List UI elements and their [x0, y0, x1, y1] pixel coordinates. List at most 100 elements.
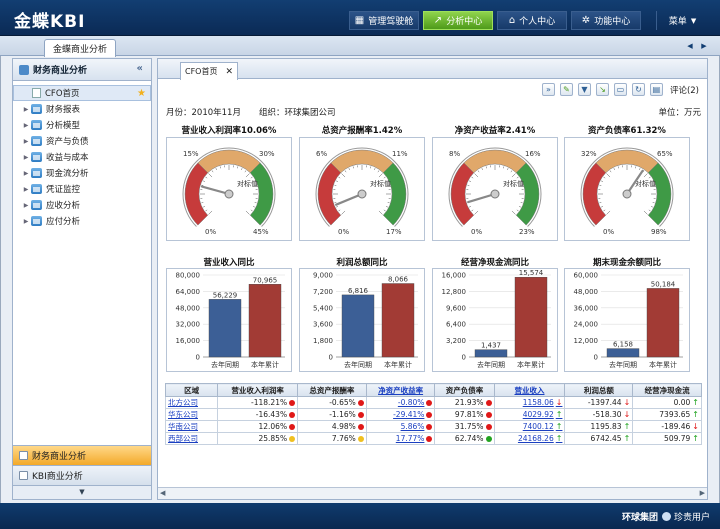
- accordion-financial-analysis[interactable]: 财务商业分析: [13, 445, 151, 465]
- nav-dashboard[interactable]: ▦ 管理驾驶舱: [349, 11, 419, 30]
- bar[interactable]: [381, 283, 415, 358]
- sidebar-item-voucher-monitor[interactable]: ▶ 凭证监控: [13, 181, 151, 197]
- home-icon: [19, 64, 29, 75]
- sidebar-item-assets-liabilities[interactable]: ▶ 资产与负债: [13, 133, 151, 149]
- comment-icon[interactable]: ▤: [649, 83, 663, 96]
- scroll-right-icon[interactable]: ▶: [700, 489, 705, 497]
- region-link[interactable]: 北方公司: [164, 396, 219, 409]
- sidebar-item-receivables[interactable]: ▶ 应收分析: [13, 197, 151, 213]
- category-label: 去年同期: [609, 360, 637, 369]
- app-logo: 金蝶KBI: [14, 12, 86, 32]
- star-icon[interactable]: ★: [137, 88, 146, 99]
- expand-icon[interactable]: ▶: [21, 170, 31, 177]
- scroll-down-icon[interactable]: ▼: [13, 485, 151, 499]
- bar[interactable]: [248, 284, 282, 358]
- expand-icon[interactable]: ▶: [21, 202, 31, 209]
- bar-value-label: 50,184: [651, 280, 676, 288]
- region-link[interactable]: 华东公司: [164, 408, 219, 421]
- column-header[interactable]: 营业收入: [493, 383, 566, 397]
- sidebar-item-cash-flow[interactable]: ▶ 现金流分析: [13, 165, 151, 181]
- table-cell[interactable]: -0.80%: [365, 396, 436, 409]
- y-tick-label: 9,000: [313, 272, 333, 280]
- gauge-tick: [245, 210, 250, 215]
- sidebar-item-cfo-home[interactable]: CFO首页 ★: [13, 85, 151, 101]
- tab-cfo-home[interactable]: CFO首页 ✕: [180, 62, 238, 80]
- gauge-tick: [606, 173, 611, 178]
- bar[interactable]: [208, 299, 242, 358]
- scroll-right-icon[interactable]: ▶: [698, 39, 710, 52]
- table-row: 华东公司 -16.43% -1.16% -29.41% 97.81% 4029.92 ↑ -5…: [164, 408, 702, 421]
- table-cell[interactable]: 4029.92 ↑: [493, 408, 566, 421]
- cell-value: 4.98%: [331, 422, 356, 431]
- status-user[interactable]: 珍贵用户: [661, 510, 710, 523]
- table-cell[interactable]: 5.86%: [365, 420, 436, 433]
- table-cell[interactable]: 7400.12 ↑: [493, 420, 566, 433]
- gauge-tick: [643, 173, 648, 178]
- scroll-left-icon[interactable]: ◀: [160, 489, 165, 497]
- column-header: 经营净现金流: [632, 383, 702, 397]
- bar-value-label: 1,437: [481, 342, 501, 350]
- table-cell[interactable]: 17.77%: [365, 432, 436, 445]
- edit-icon[interactable]: ✎: [559, 83, 573, 96]
- gauge-tick: [250, 209, 253, 212]
- sidebar-item-financial-reports[interactable]: ▶ 财务报表: [13, 101, 151, 117]
- region-link[interactable]: 华南公司: [164, 420, 219, 433]
- close-icon[interactable]: ✕: [225, 67, 233, 77]
- sidebar-item-payables[interactable]: ▶ 应付分析: [13, 213, 151, 229]
- gauge-tick: [601, 206, 604, 208]
- table-cell[interactable]: 24168.26 ↑: [493, 432, 566, 445]
- expand-icon[interactable]: ▶: [21, 154, 31, 161]
- folder-icon: [31, 168, 42, 178]
- bar[interactable]: [606, 348, 640, 358]
- bar[interactable]: [514, 276, 548, 358]
- filter-icon[interactable]: ▼: [577, 83, 591, 96]
- sidebar-item-analysis-models[interactable]: ▶ 分析模型: [13, 117, 151, 133]
- category-label: 本年累计: [251, 360, 279, 369]
- arrow-up-icon: ↑: [623, 434, 631, 443]
- table-row: 北方公司 -118.21% -0.65% -0.80% 21.93% 1158.06 ↓ -1…: [164, 396, 702, 409]
- y-tick-label: 32,000: [176, 321, 201, 329]
- home-icon: [19, 451, 28, 460]
- save-icon[interactable]: ▭: [613, 83, 627, 96]
- status-dot-icon: [289, 424, 296, 430]
- bar[interactable]: [474, 349, 508, 358]
- bar-chart-svg: 9,000 7,200 5,400 3,600 1,800 0 6,816 去年同期 8,066…: [313, 272, 418, 369]
- menu-button[interactable]: 菜单 ▼: [656, 11, 708, 30]
- nav-analysis-center[interactable]: ↗ 分析中心: [423, 11, 493, 30]
- region-link[interactable]: 西部公司: [164, 432, 219, 445]
- column-header[interactable]: 净资产收益率: [365, 383, 436, 397]
- collapse-all-icon[interactable]: »: [541, 83, 555, 96]
- expand-icon[interactable]: ▶: [21, 138, 31, 145]
- expand-icon[interactable]: ▶: [21, 106, 31, 113]
- status-dot-icon: [289, 412, 296, 418]
- nav-function-center[interactable]: ✲ 功能中心: [571, 11, 641, 30]
- nav-personal-center[interactable]: ⌂ 个人中心: [497, 11, 567, 30]
- refresh-icon[interactable]: ↻: [631, 83, 645, 96]
- bar[interactable]: [646, 288, 680, 358]
- horizontal-scrollbar[interactable]: ◀ ▶: [158, 487, 707, 499]
- cell-value: 21.93%: [454, 398, 484, 407]
- table-cell[interactable]: 1158.06 ↓: [493, 396, 566, 409]
- tab-business-analysis[interactable]: 金蝶商业分析: [44, 39, 116, 57]
- export-icon[interactable]: ↘: [595, 83, 609, 96]
- accordion-kbi-analysis[interactable]: KBI商业分析: [13, 465, 151, 485]
- table-cell: 0.00 ↑: [632, 396, 702, 409]
- collapse-icon[interactable]: «: [137, 63, 143, 74]
- scroll-left-icon[interactable]: ◀: [684, 39, 696, 52]
- arrow-up-icon: ↑: [623, 422, 631, 431]
- column-header: 营业收入利润率: [217, 383, 299, 397]
- gauge-tick: [245, 173, 250, 178]
- table-cell: -118.21%: [217, 396, 299, 409]
- expand-icon[interactable]: ▶: [21, 218, 31, 225]
- bar[interactable]: [341, 294, 375, 358]
- status-dot-icon: [357, 436, 364, 442]
- expand-icon[interactable]: ▶: [21, 122, 31, 129]
- gauge-label: 6%: [316, 150, 327, 158]
- gauge-label: 23%: [519, 228, 535, 236]
- comment-button[interactable]: 评论(2): [670, 84, 699, 96]
- sidebar-item-revenue-cost[interactable]: ▶ 收益与成本: [13, 149, 151, 165]
- gauge-tick: [201, 202, 204, 204]
- expand-icon[interactable]: ▶: [21, 186, 31, 193]
- table-cell[interactable]: -29.41%: [365, 408, 436, 421]
- arrow-up-icon: ↑: [555, 422, 563, 431]
